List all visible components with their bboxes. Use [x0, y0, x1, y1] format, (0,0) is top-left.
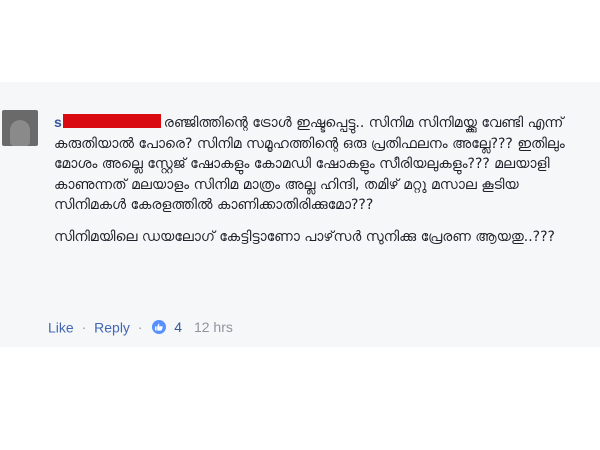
separator-dot: ·	[81, 319, 87, 336]
avatar[interactable]	[2, 110, 38, 146]
comment-text-1: രഞ്ജിത്തിന്റെ ട്രോൾ ഇഷ്ടപ്പെട്ടു.. സിനിമ…	[54, 115, 565, 213]
comment-card: s രഞ്ജിത്തിന്റെ ട്രോൾ ഇഷ്ടപ്പെട്ടു.. സിനി…	[0, 82, 600, 347]
like-button[interactable]: Like	[48, 319, 74, 335]
timestamp[interactable]: 12 hrs	[194, 319, 233, 335]
comment-text-2: സിനിമയിലെ ഡയലോഗ് കേട്ടിട്ടാണോ പാഴ്‌സർ സു…	[54, 228, 555, 245]
author-name[interactable]: s	[54, 114, 62, 130]
like-count[interactable]: 4	[174, 319, 182, 335]
comment-body: s രഞ്ജിത്തിന്റെ ട്രോൾ ഇഷ്ടപ്പെട്ടു.. സിനി…	[54, 112, 594, 247]
separator-dot: ·	[137, 319, 143, 336]
comment-paragraph-1: s രഞ്ജിത്തിന്റെ ട്രോൾ ഇഷ്ടപ്പെട്ടു.. സിനി…	[54, 112, 594, 216]
redacted-author-name	[62, 114, 161, 128]
reply-button[interactable]: Reply	[94, 319, 130, 335]
comment-paragraph-2: സിനിമയിലെ ഡയലോഗ് കേട്ടിട്ടാണോ പാഴ്‌സർ സു…	[54, 227, 594, 248]
thumbs-up-icon[interactable]	[152, 320, 167, 335]
comment-actions: Like · Reply · 4 12 hrs	[48, 318, 233, 335]
